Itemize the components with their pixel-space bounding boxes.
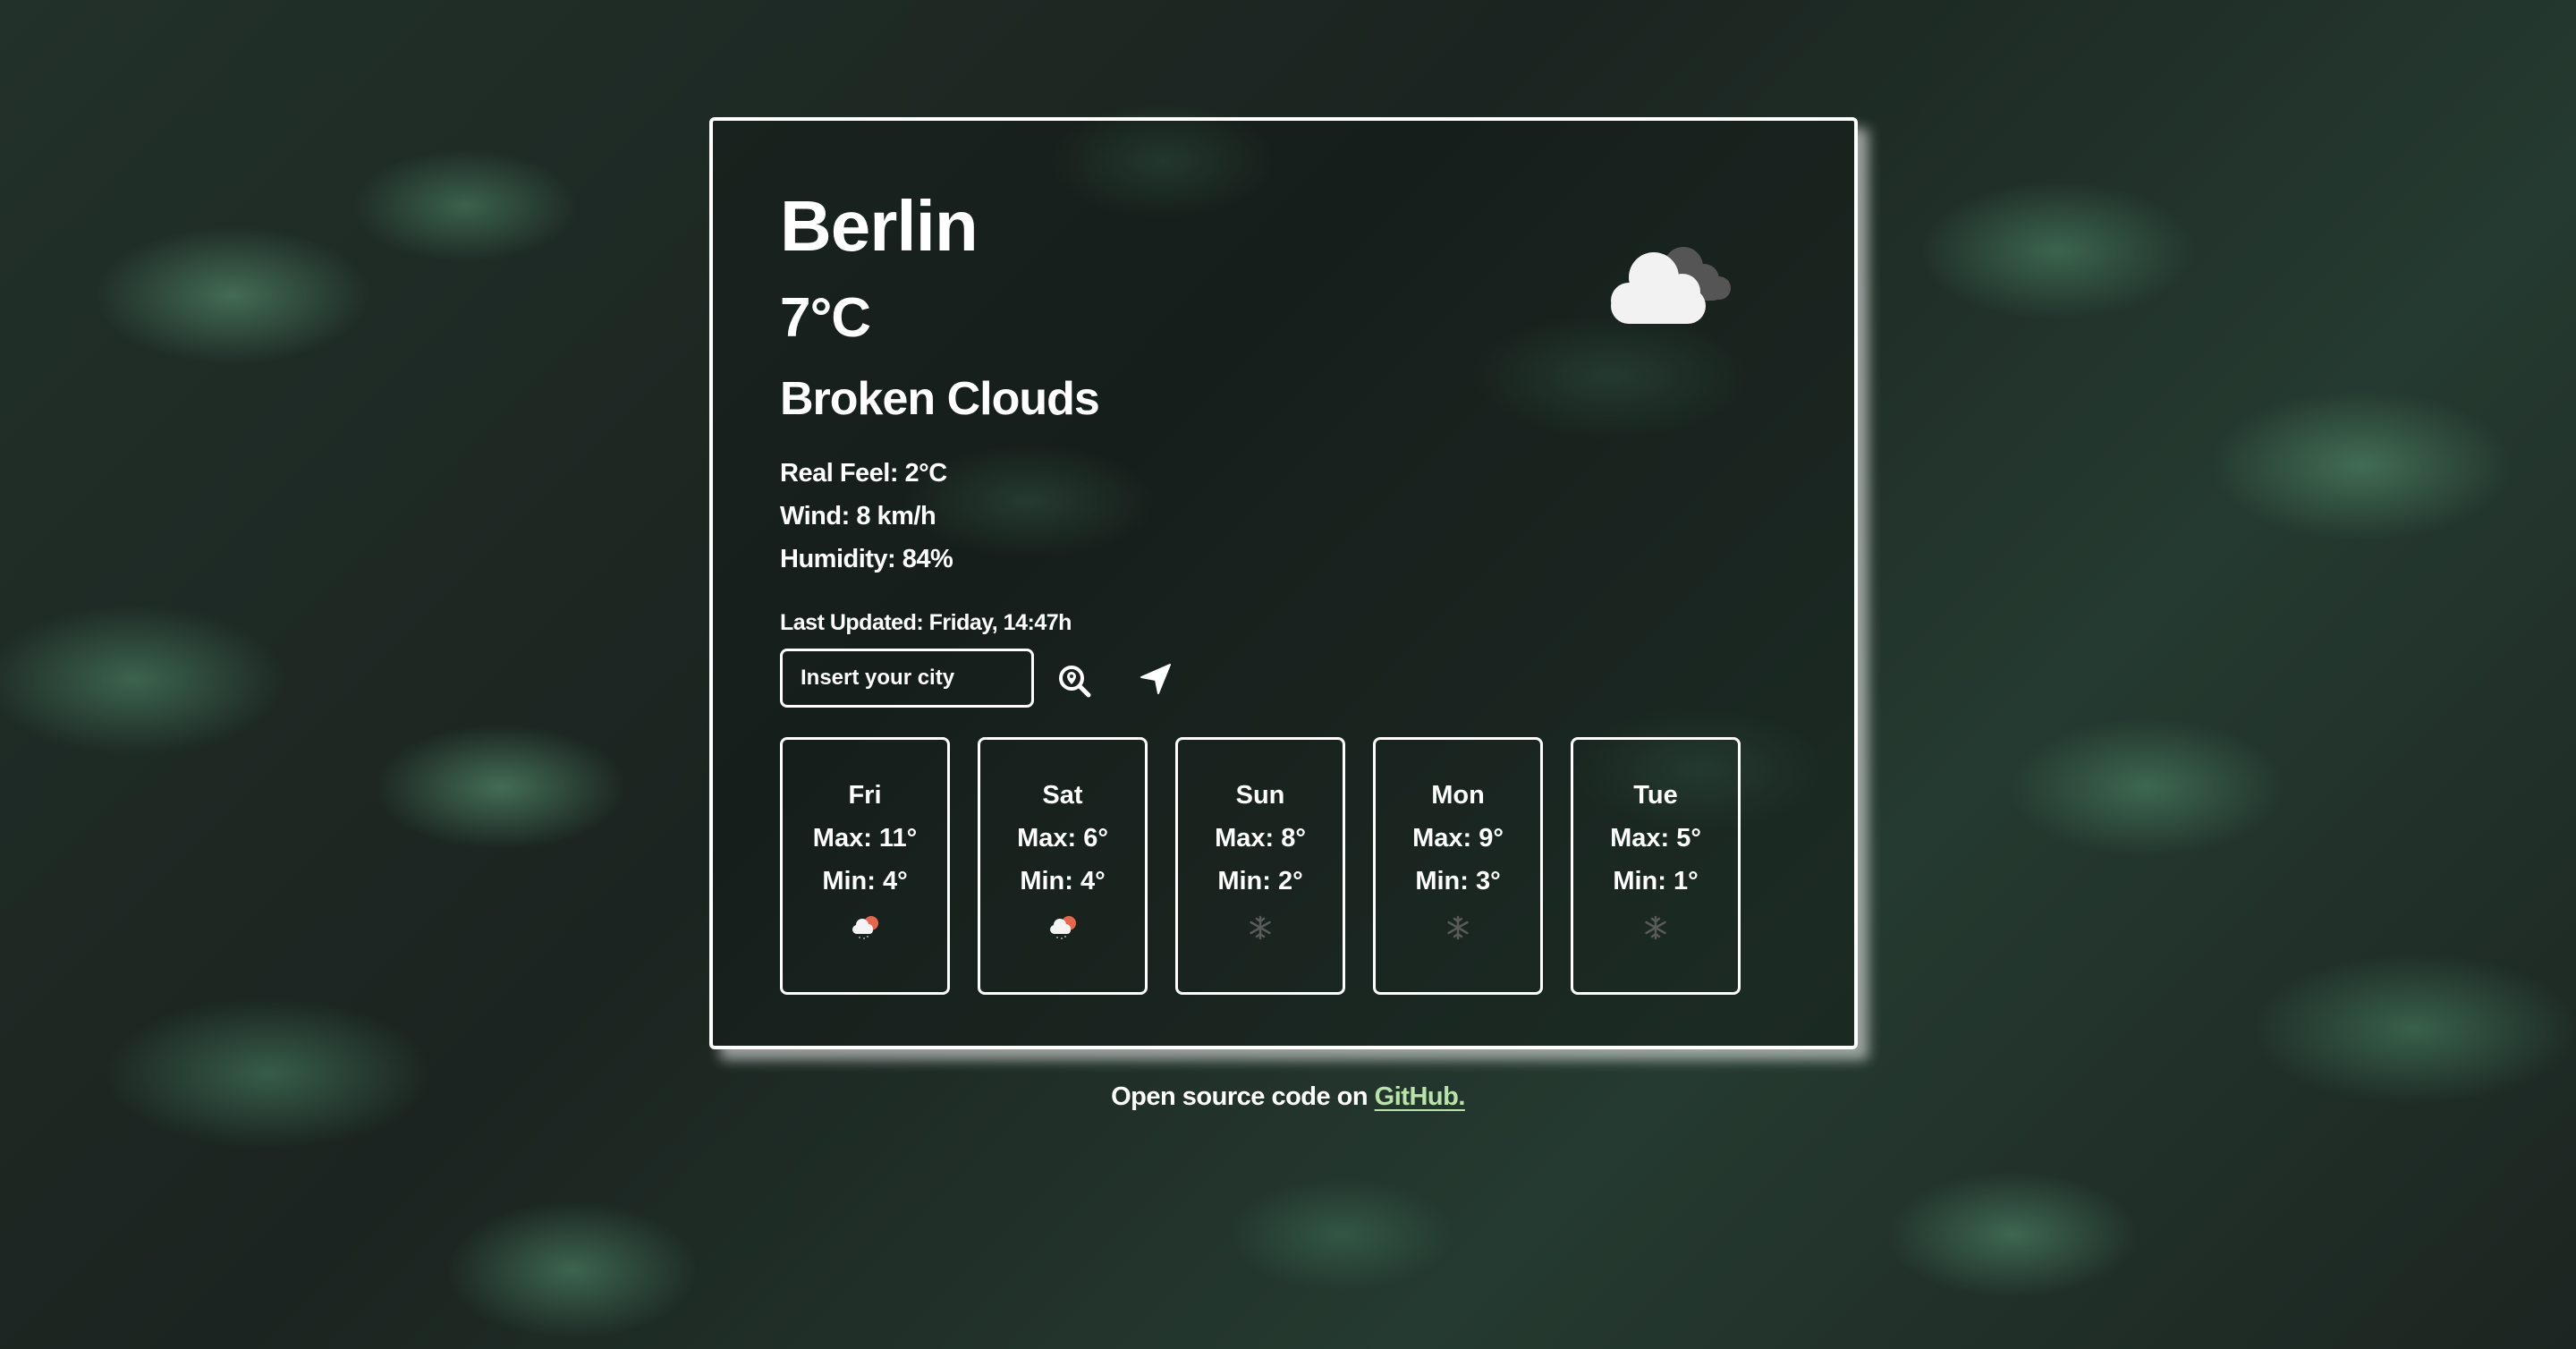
weather-description: Broken Clouds: [780, 373, 1100, 425]
forecast-min-temp: Min: 3°: [1415, 867, 1501, 895]
forecast-day-card: Mon Max: 9° Min: 3°: [1373, 737, 1543, 995]
forecast-min-temp: Min: 2°: [1217, 867, 1303, 895]
forecast-max-temp: Max: 11°: [812, 824, 918, 853]
location-arrow-icon: [1140, 664, 1171, 694]
forecast-day-name: Tue: [1633, 781, 1678, 810]
last-updated: Last Updated: Friday, 14:47h: [780, 610, 1072, 635]
weather-details: Real Feel: 2°C Wind: 8 km/h Humidity: 84…: [780, 452, 953, 581]
real-feel: Real Feel: 2°C: [780, 459, 947, 488]
forecast-max-temp: Max: 8°: [1215, 824, 1306, 853]
footer-text: Open source code on: [1111, 1082, 1375, 1111]
search-location-icon: [1059, 666, 1091, 698]
snowflake-icon: [1245, 914, 1275, 941]
forecast-day-card: Tue Max: 5° Min: 1°: [1571, 737, 1741, 995]
city-name: Berlin: [780, 186, 979, 266]
snowflake-icon: [1640, 914, 1671, 941]
weather-app-card: Berlin 7°C Broken Clouds Real Feel: 2°C …: [709, 117, 1858, 1049]
snowflake-icon: [1443, 914, 1473, 941]
forecast-day-name: Mon: [1431, 781, 1485, 810]
forecast-day-name: Sat: [1042, 781, 1083, 810]
forecast-day-card: Fri Max: 11° Min: 4°: [780, 737, 950, 995]
sun-cloud-rain-icon: [850, 914, 880, 941]
forecast-max-temp: Max: 5°: [1610, 824, 1701, 853]
current-location-button[interactable]: [1138, 661, 1174, 697]
footer: Open source code on GitHub.: [0, 1082, 2576, 1112]
current-temperature: 7°C: [780, 287, 871, 349]
forecast-max-temp: Max: 9°: [1412, 824, 1504, 853]
forecast-day-card: Sun Max: 8° Min: 2°: [1175, 737, 1345, 995]
forecast-min-temp: Min: 4°: [1020, 867, 1106, 895]
forecast-min-temp: Min: 4°: [822, 867, 908, 895]
forecast-day-name: Fri: [848, 781, 882, 810]
sun-cloud-rain-icon: [1047, 914, 1078, 941]
humidity: Humidity: 84%: [780, 545, 953, 573]
broken-clouds-icon: [1611, 247, 1731, 324]
search-button[interactable]: [1057, 664, 1093, 700]
forecast-max-temp: Max: 6°: [1017, 824, 1108, 853]
city-search-input[interactable]: [780, 649, 1034, 708]
forecast-min-temp: Min: 1°: [1613, 867, 1699, 895]
wind-speed: Wind: 8 km/h: [780, 502, 936, 530]
github-link[interactable]: GitHub.: [1375, 1082, 1466, 1111]
forecast-day-name: Sun: [1235, 781, 1285, 810]
forecast-day-card: Sat Max: 6° Min: 4°: [978, 737, 1148, 995]
